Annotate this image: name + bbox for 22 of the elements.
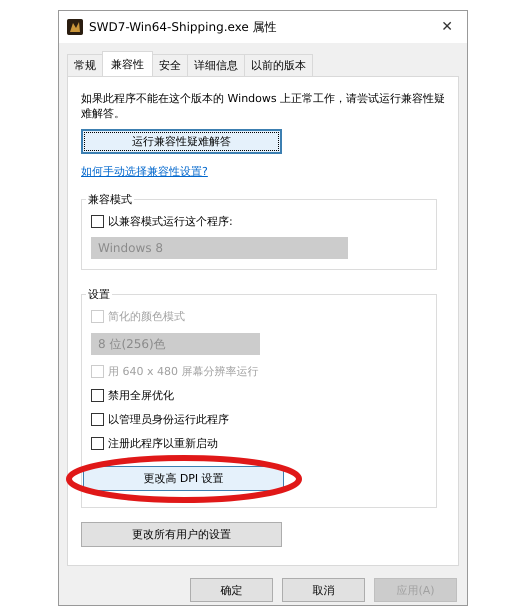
checkbox[interactable]	[91, 413, 104, 426]
all-users-button[interactable]: 更改所有用户的设置	[81, 522, 282, 547]
tab[interactable]: 以前的版本	[244, 54, 313, 76]
checkbox-label: 简化的颜色模式	[108, 309, 185, 324]
app-icon	[67, 19, 83, 35]
checkbox[interactable]	[91, 437, 104, 450]
tab[interactable]: 兼容性	[102, 51, 153, 76]
checkbox[interactable]	[91, 389, 104, 402]
dpi-settings-button[interactable]: 更改高 DPI 设置	[83, 466, 284, 491]
troubleshoot-button[interactable]: 运行兼容性疑难解答	[81, 129, 282, 154]
tab[interactable]: 常规	[67, 54, 103, 76]
close-button[interactable]: ✕	[435, 19, 459, 35]
dialog-button[interactable]: 确定	[190, 578, 273, 602]
manual-settings-link[interactable]: 如何手动选择兼容性设置?	[81, 164, 208, 179]
window-title: SWD7-Win64-Shipping.exe 属性	[89, 18, 278, 36]
group-title: 设置	[86, 287, 112, 302]
intro-text: 如果此程序不能在这个版本的 Windows 上正常工作，请尝试运行兼容性疑难解答。	[81, 91, 446, 121]
dialog-button[interactable]: 取消	[282, 578, 365, 602]
checkbox-label: 禁用全屏优化	[108, 388, 174, 403]
checkbox-option[interactable]: 禁用全屏优化	[91, 388, 174, 403]
checkbox[interactable]	[91, 215, 104, 228]
group-title: 兼容模式	[86, 192, 134, 207]
